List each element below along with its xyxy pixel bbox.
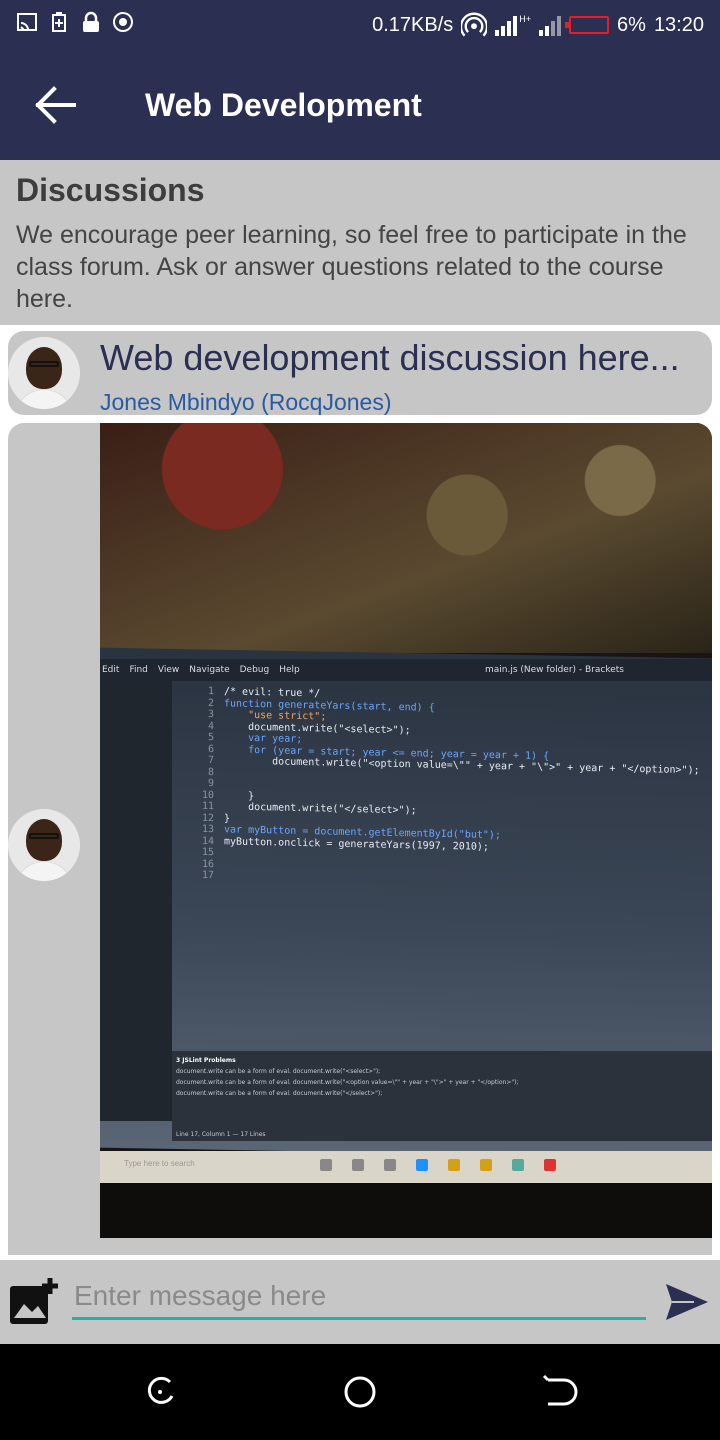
clock: 13:20: [653, 13, 704, 36]
back-nav-icon[interactable]: [542, 1374, 578, 1410]
network-speed: 0.17KB/s: [372, 13, 454, 36]
network-type: H+: [519, 14, 532, 24]
photo-code-text: }: [224, 789, 255, 802]
thread-author[interactable]: Jones Mbindyo (RocqJones): [100, 389, 391, 416]
photo-line-number: 15: [201, 846, 214, 859]
photo-menu-item: Help: [279, 665, 300, 675]
photo-line-number: 6: [207, 743, 214, 755]
section-heading: Discussions: [16, 172, 205, 208]
status-right: 0.17KB/s H+ 6% 13:20: [372, 12, 704, 38]
message-post: Edit Find View Navigate Debug Help main.…: [8, 423, 712, 1255]
photo-line-number: 1: [207, 685, 214, 698]
cast-icon: [17, 13, 37, 31]
message-image[interactable]: Edit Find View Navigate Debug Help main.…: [100, 423, 712, 1238]
battery-percent: 6%: [617, 13, 646, 36]
signal-icon: [495, 14, 518, 36]
photo-menu-item: Edit: [102, 665, 120, 675]
photo-line-number: 8: [207, 766, 214, 778]
photo-menu-item: Debug: [239, 665, 270, 675]
avatar[interactable]: [8, 809, 80, 881]
photo-bezel: [100, 1183, 712, 1238]
photo-window-title: main.js (New folder) - Brackets: [485, 665, 624, 675]
photo-problems-title: 3 JSLint Problems: [176, 1057, 236, 1064]
avatar[interactable]: [8, 337, 80, 409]
battery-saver-icon: [52, 12, 66, 32]
photo-line-number: 4: [207, 720, 214, 732]
arrow-left-icon[interactable]: [30, 83, 82, 127]
recent-apps-icon[interactable]: [142, 1374, 178, 1410]
hotspot-icon: [461, 12, 488, 37]
photo-line-number: 2: [207, 697, 214, 709]
photo-taskbar: Type here to search: [100, 1151, 712, 1183]
avatar-face: [26, 819, 62, 861]
add-photo-icon[interactable]: [8, 1276, 60, 1328]
avatar-glasses: [29, 361, 59, 367]
photo-line-number: 3: [207, 708, 214, 721]
record-icon: [113, 12, 133, 32]
message-composer: [0, 1260, 720, 1344]
photo-menu-item: Navigate: [189, 665, 230, 675]
avatar-shirt: [14, 389, 74, 409]
top-bar: 0.17KB/s H+ 6% 13:20 Web Development: [0, 0, 720, 160]
photo-sidebar: [100, 681, 172, 1121]
photo-problem: document.write can be a form of eval. do…: [176, 1079, 519, 1086]
status-bar: 0.17KB/s H+ 6% 13:20: [0, 0, 720, 50]
send-icon[interactable]: [664, 1280, 710, 1324]
photo-code-text: }: [224, 812, 231, 824]
photo-line-number: 13: [201, 823, 214, 836]
home-icon[interactable]: [342, 1374, 378, 1410]
photo-line-number: 14: [201, 835, 214, 847]
photo-menu-item: View: [157, 665, 180, 675]
thread-list: Web development discussion here... Jones…: [0, 325, 720, 1260]
photo-menu-item: Find: [129, 665, 148, 675]
avatar-glasses: [29, 833, 59, 839]
photo-line-number: 12: [201, 812, 214, 824]
status-left-icons: [16, 11, 134, 33]
photo-line-number: 16: [201, 858, 214, 870]
message-input[interactable]: [72, 1274, 646, 1320]
discussions-intro: Discussions We encourage peer learning, …: [0, 160, 720, 325]
app-bar: Web Development: [0, 50, 720, 160]
photo-line-number: 17: [201, 869, 214, 882]
section-description: We encourage peer learning, so feel free…: [16, 221, 687, 313]
photo-line-number: 11: [201, 800, 214, 813]
photo-search-text: Type here to search: [124, 1159, 195, 1168]
photo-taskbar-icons: [320, 1159, 556, 1171]
photo-code: 1/* evil: true */2 function generateYars(…: [196, 686, 700, 892]
photo-line-number: 5: [207, 731, 214, 744]
photo-line-number: 7: [207, 754, 214, 767]
thread-card[interactable]: Web development discussion here... Jones…: [8, 331, 712, 415]
thread-topic[interactable]: Web development discussion here...: [100, 337, 680, 379]
photo-line-number: 9: [207, 777, 214, 790]
signal-2-icon: [539, 14, 562, 36]
photo-code-text: var year;: [224, 732, 303, 745]
photo-problem: document.write can be a form of eval. do…: [176, 1068, 381, 1075]
system-nav-bar: [0, 1344, 720, 1440]
photo-background: [100, 423, 712, 653]
photo-problems-panel: 3 JSLint Problems document.write can be …: [172, 1051, 712, 1141]
avatar-face: [26, 347, 62, 389]
photo-menu-bar: Edit Find View Navigate Debug Help main.…: [100, 659, 712, 681]
lock-icon: [83, 11, 99, 32]
avatar-shirt: [14, 861, 74, 881]
photo-status-line: Line 17, Column 1 — 17 Lines: [176, 1131, 266, 1138]
screen: 0.17KB/s H+ 6% 13:20 Web Development Dis…: [0, 0, 720, 1440]
page-title: Web Development: [145, 87, 422, 123]
photo-problem: document.write can be a form of eval. do…: [176, 1090, 383, 1097]
photo-line-number: 10: [201, 789, 214, 801]
battery-icon: [565, 16, 610, 34]
